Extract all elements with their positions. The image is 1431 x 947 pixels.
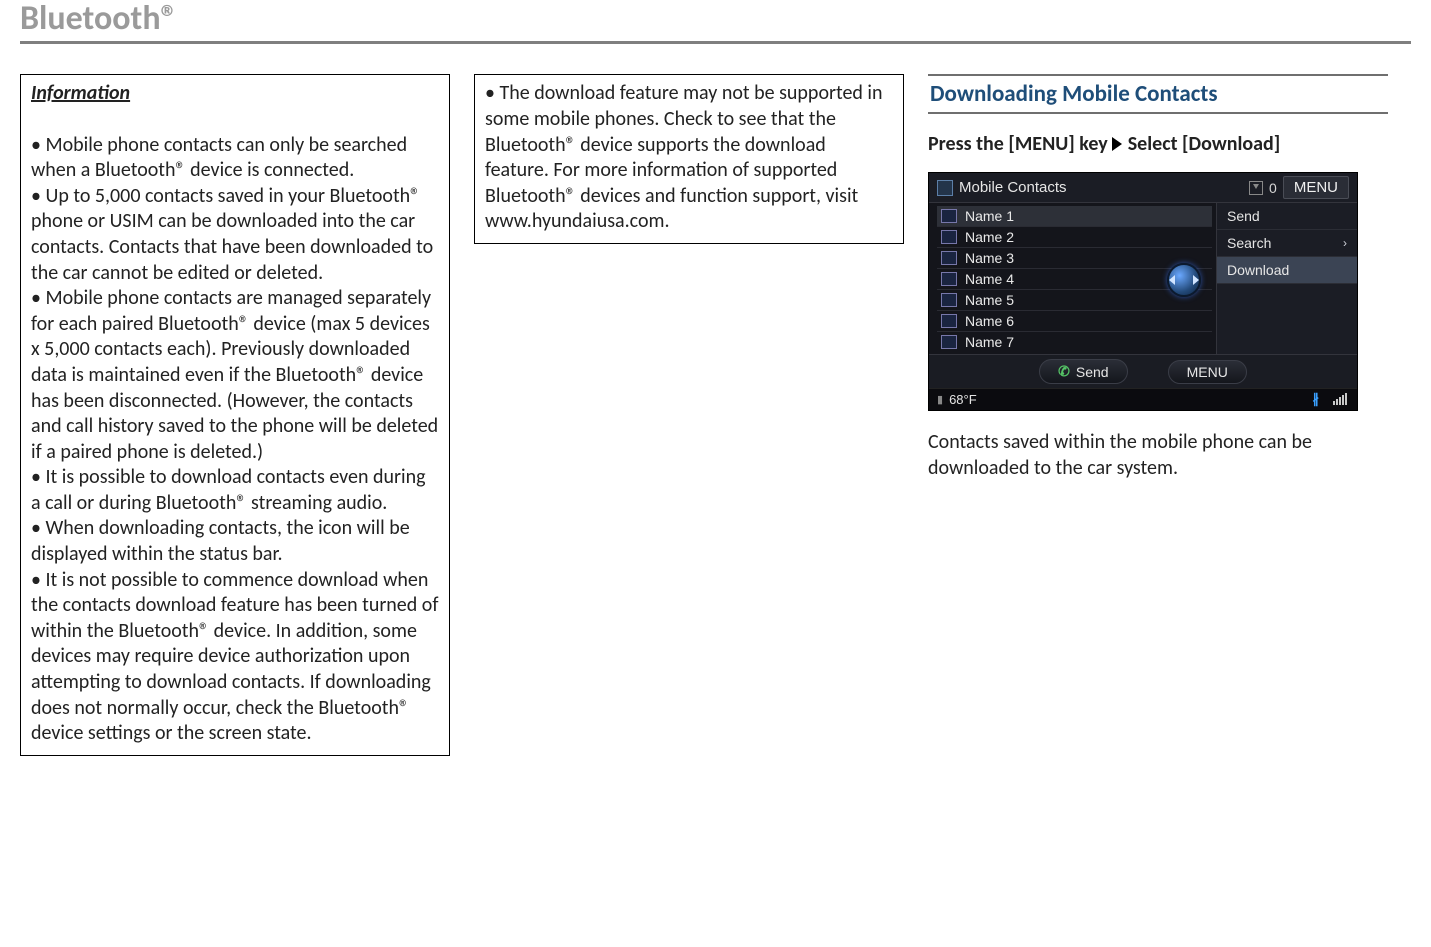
menu-pane: Send Search › Download (1216, 203, 1357, 354)
contact-card-icon (941, 230, 957, 244)
menu-item-label: Download (1227, 262, 1289, 278)
download-icon (1249, 181, 1263, 195)
contact-card-icon (941, 314, 957, 328)
contact-card-icon (941, 335, 957, 349)
contact-name: Name 3 (965, 250, 1014, 266)
knob-icon (1167, 263, 1201, 297)
dial-knob[interactable] (1167, 263, 1201, 297)
phone-icon: ✆ (1058, 363, 1070, 380)
instruction-line: Press the [MENU] key Select [Download] (928, 132, 1280, 156)
contact-card-icon (941, 209, 957, 223)
temperature-reading: 68°F (949, 392, 977, 407)
information-body-2: • The download feature may not be suppor… (485, 81, 887, 233)
caption-text: Contacts saved within the mobile phone c… (928, 429, 1388, 481)
instruction-step-2: Select [Download] (1128, 132, 1281, 156)
menu-item-search[interactable]: Search › (1217, 230, 1357, 257)
page-title: Bluetooth® (20, 0, 1411, 37)
instruction-step-1: Press the [MENU] key (928, 132, 1108, 156)
bluetooth-icon: ∦ (1313, 391, 1320, 407)
chevron-right-icon: › (1343, 236, 1347, 250)
signal-icon (1333, 393, 1347, 405)
contact-name: Name 2 (965, 229, 1014, 245)
soft-key-label: Send (1076, 364, 1109, 380)
contact-name: Name 6 (965, 313, 1014, 329)
contact-card-icon (941, 293, 957, 307)
bluetooth-device-icon (937, 180, 953, 196)
menu-item-download[interactable]: Download (1217, 257, 1357, 284)
contact-count: 0 (1269, 180, 1277, 196)
menu-item-label: Send (1227, 208, 1260, 224)
information-box: Information • Mobile phone contacts can … (20, 74, 450, 755)
list-item[interactable]: Name 6 (937, 310, 1212, 331)
status-bar: ▮ 68°F ∦ (929, 388, 1357, 410)
soft-key-menu[interactable]: MENU (1168, 360, 1247, 384)
list-item[interactable]: Name 1 (937, 206, 1212, 226)
title-divider (20, 41, 1411, 44)
contact-name: Name 5 (965, 292, 1014, 308)
soft-key-label: MENU (1187, 364, 1228, 380)
column-2: • The download feature may not be suppor… (474, 74, 904, 244)
infotainment-screenshot: Mobile Contacts 0 MENU Name 1 (928, 172, 1358, 411)
information-body: • Mobile phone contacts can only be sear… (31, 133, 443, 746)
column-1: Information • Mobile phone contacts can … (20, 74, 450, 755)
contact-card-icon (941, 251, 957, 265)
menu-header-pill: MENU (1283, 176, 1349, 199)
contact-name: Name 1 (965, 208, 1014, 224)
screen-header: Mobile Contacts 0 MENU (929, 173, 1357, 203)
list-item[interactable]: Name 7 (937, 331, 1212, 352)
chevron-right-icon (1112, 137, 1122, 151)
contact-name: Name 7 (965, 334, 1014, 350)
contact-name: Name 4 (965, 271, 1014, 287)
information-box-2: • The download feature may not be suppor… (474, 74, 904, 244)
soft-key-bar: ✆ Send MENU (929, 354, 1357, 388)
menu-item-label: Search (1227, 235, 1271, 251)
thermometer-icon: ▮ (937, 393, 943, 406)
soft-key-send[interactable]: ✆ Send (1039, 359, 1127, 384)
screen-title: Mobile Contacts (959, 179, 1067, 196)
menu-item-send[interactable]: Send (1217, 203, 1357, 230)
contact-card-icon (941, 272, 957, 286)
information-heading: Information (31, 81, 439, 107)
column-3: Downloading Mobile Contacts Press the [M… (928, 74, 1388, 481)
section-heading: Downloading Mobile Contacts (928, 74, 1388, 114)
list-item[interactable]: Name 2 (937, 226, 1212, 247)
screen-body: Name 1 Name 2 Name 3 Name 4 (929, 203, 1357, 354)
